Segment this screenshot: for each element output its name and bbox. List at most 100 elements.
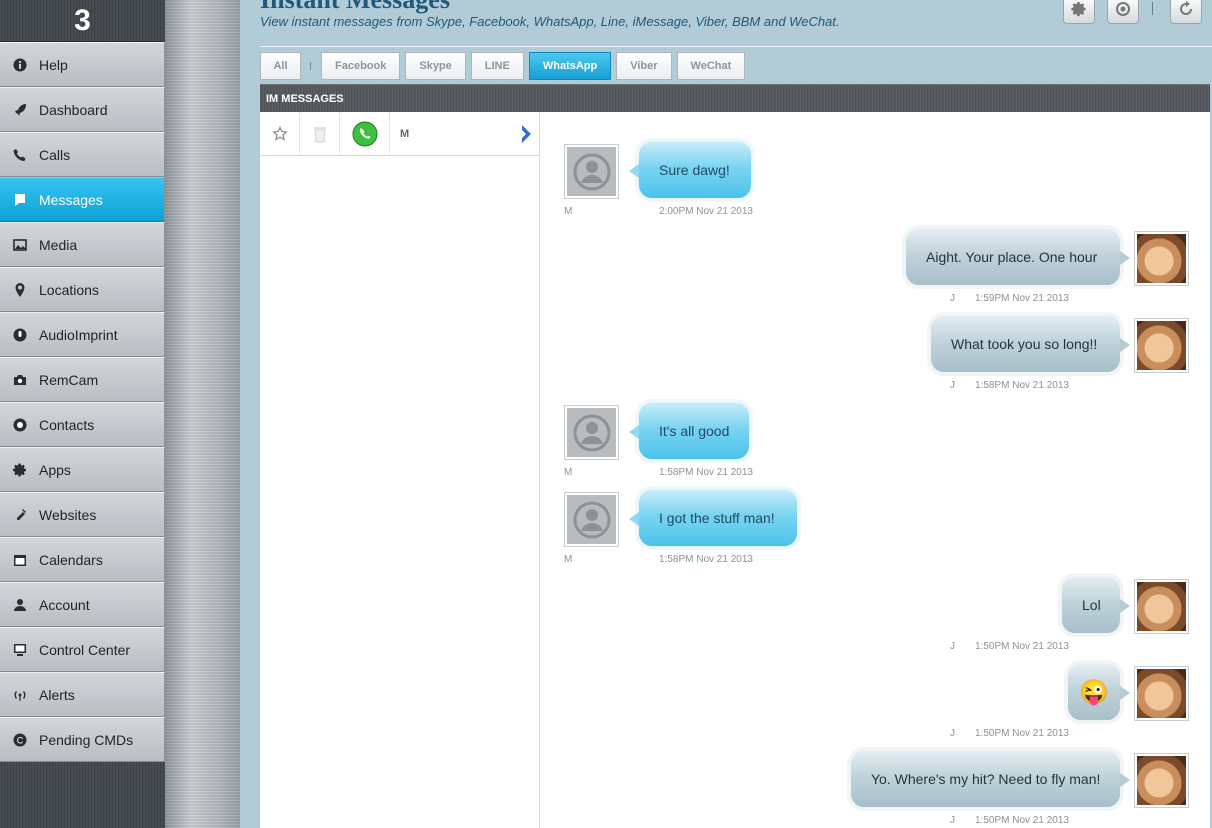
- sidebar-item-label: Calendars: [39, 551, 103, 568]
- sidebar-item-alerts[interactable]: Alerts: [0, 672, 165, 717]
- svg-text:C: C: [17, 735, 24, 745]
- message-sender: J: [950, 380, 955, 391]
- star-icon: [271, 125, 288, 141]
- message-out: Yo. Where's my hit? Need to fly man! J 1:5…: [541, 750, 1210, 828]
- message-thread: Sure dawg! M 2:00PM Nov 21 2013 Aight. Your…: [541, 112, 1210, 828]
- message-out: Aight. Your place. One hour J 1:59PM Nov 2…: [541, 228, 1210, 311]
- sidebar-item-locations[interactable]: Locations: [0, 267, 165, 312]
- message-bubble: 😜: [1067, 663, 1130, 721]
- sidebar-item-media[interactable]: Media: [0, 222, 165, 267]
- delete-button[interactable]: [300, 111, 340, 156]
- message-sender: J: [950, 815, 955, 826]
- microphone-icon: [12, 327, 28, 343]
- sidebar-item-label: Alerts: [39, 686, 75, 703]
- sidebar: 3 Help Dashboard Calls Messages Media Locatio…: [0, 0, 165, 828]
- message-timestamp: 1:50PM Nov 21 2013: [975, 641, 1069, 652]
- message-sender: J: [950, 641, 955, 652]
- info-icon: [12, 57, 28, 73]
- pin-icon: [12, 282, 28, 298]
- conversation-row[interactable]: M: [260, 111, 539, 156]
- sidebar-item-label: Pending CMDs: [39, 731, 134, 748]
- sidebar-item-label: Media: [39, 236, 78, 253]
- messages-panel: IM MESSAGES M Sure dawg! M 2:00PM Nov 21 2…: [260, 84, 1210, 828]
- message-bubble: Aight. Your place. One hour: [905, 228, 1130, 286]
- tab-divider: [310, 62, 311, 70]
- sidebar-item-contacts[interactable]: Contacts: [0, 402, 165, 447]
- message-bubble: I got the stuff man!: [629, 489, 798, 547]
- avatar: [1134, 231, 1189, 286]
- message-timestamp: 2:00PM Nov 21 2013: [659, 206, 753, 217]
- main-content: Instant Messages View instant messages f…: [240, 0, 1212, 828]
- chevron-right-icon: [522, 124, 531, 143]
- whatsapp-icon: [352, 121, 377, 146]
- search-icon: [1116, 2, 1130, 16]
- tab-all[interactable]: All: [260, 52, 301, 80]
- message-timestamp: 1:50PM Nov 21 2013: [975, 815, 1069, 826]
- toolbar-divider: [1152, 2, 1153, 15]
- sidebar-item-label: Control Center: [39, 641, 131, 658]
- refresh-icon: [1180, 1, 1192, 15]
- pending-icon: C: [12, 732, 28, 748]
- search-button[interactable]: [1107, 0, 1139, 24]
- settings-icon: [1071, 2, 1086, 17]
- tab-wechat[interactable]: WeChat: [676, 52, 746, 80]
- camera-icon: [12, 372, 28, 388]
- sidebar-nav: Help Dashboard Calls Messages Media Locations…: [0, 42, 165, 762]
- sidebar-item-label: Websites: [39, 506, 97, 523]
- refresh-button[interactable]: [1170, 0, 1202, 24]
- sidebar-item-help[interactable]: Help: [0, 42, 165, 87]
- message-bubble: Lol: [1061, 576, 1130, 634]
- sidebar-item-label: Contacts: [39, 416, 95, 433]
- sidebar-item-remcam[interactable]: RemCam: [0, 357, 165, 402]
- message-sender: J: [950, 293, 955, 304]
- sidebar-item-messages[interactable]: Messages: [0, 177, 165, 222]
- sidebar-item-pending-cmds[interactable]: C Pending CMDs: [0, 717, 165, 762]
- message-sender: M: [564, 206, 573, 217]
- link-icon: [12, 507, 28, 523]
- settings-button[interactable]: [1063, 0, 1095, 24]
- sidebar-item-label: Locations: [39, 281, 99, 298]
- sidebar-item-websites[interactable]: Websites: [0, 492, 165, 537]
- message-timestamp: 1:58PM Nov 21 2013: [659, 554, 753, 565]
- tab-skype[interactable]: Skype: [405, 52, 466, 80]
- image-icon: [12, 237, 28, 253]
- sidebar-item-account[interactable]: Account: [0, 582, 165, 627]
- favorite-button[interactable]: [260, 111, 300, 156]
- message-timestamp: 1:58PM Nov 21 2013: [975, 380, 1069, 391]
- open-conversation-button[interactable]: [517, 124, 535, 144]
- sidebar-item-label: Calls: [39, 146, 71, 163]
- sidebar-item-control-center[interactable]: Control Center: [0, 627, 165, 672]
- message-sender: M: [564, 554, 573, 565]
- message-bubble: Sure dawg!: [629, 141, 752, 199]
- calendar-icon: [12, 552, 28, 568]
- message-in: It's all good M 1:58PM Nov 21 2013: [541, 402, 1210, 485]
- sidebar-item-label: Account: [39, 596, 90, 613]
- sidebar-gutter: [165, 0, 240, 828]
- sidebar-item-label: Dashboard: [39, 101, 108, 118]
- message-timestamp: 1:58PM Nov 21 2013: [659, 467, 753, 478]
- tab-whatsapp[interactable]: WhatsApp: [528, 52, 612, 80]
- avatar: [1134, 753, 1189, 808]
- app-badge: [340, 111, 390, 156]
- user-icon: [12, 597, 28, 613]
- avatar: [1134, 666, 1189, 721]
- message-timestamp: 1:59PM Nov 21 2013: [975, 293, 1069, 304]
- avatar: [1134, 579, 1189, 634]
- sidebar-item-calendars[interactable]: Calendars: [0, 537, 165, 582]
- sidebar-item-audioimprint[interactable]: AudioImprint: [0, 312, 165, 357]
- tab-viber[interactable]: Viber: [616, 52, 672, 80]
- trash-icon: [313, 126, 326, 142]
- default-avatar-icon: [564, 492, 619, 547]
- panel-header: IM MESSAGES: [260, 84, 1210, 112]
- message-icon: [12, 192, 28, 208]
- sidebar-item-calls[interactable]: Calls: [0, 132, 165, 177]
- sidebar-item-dashboard[interactable]: Dashboard: [0, 87, 165, 132]
- tab-facebook[interactable]: Facebook: [321, 52, 401, 80]
- tab-line[interactable]: LINE: [470, 52, 524, 80]
- conversation-name: M: [400, 127, 410, 140]
- sidebar-item-apps[interactable]: Apps: [0, 447, 165, 492]
- phone-icon: [12, 147, 28, 163]
- sidebar-item-label: AudioImprint: [39, 326, 118, 343]
- logo: 3: [0, 0, 165, 42]
- default-avatar-icon: [564, 405, 619, 460]
